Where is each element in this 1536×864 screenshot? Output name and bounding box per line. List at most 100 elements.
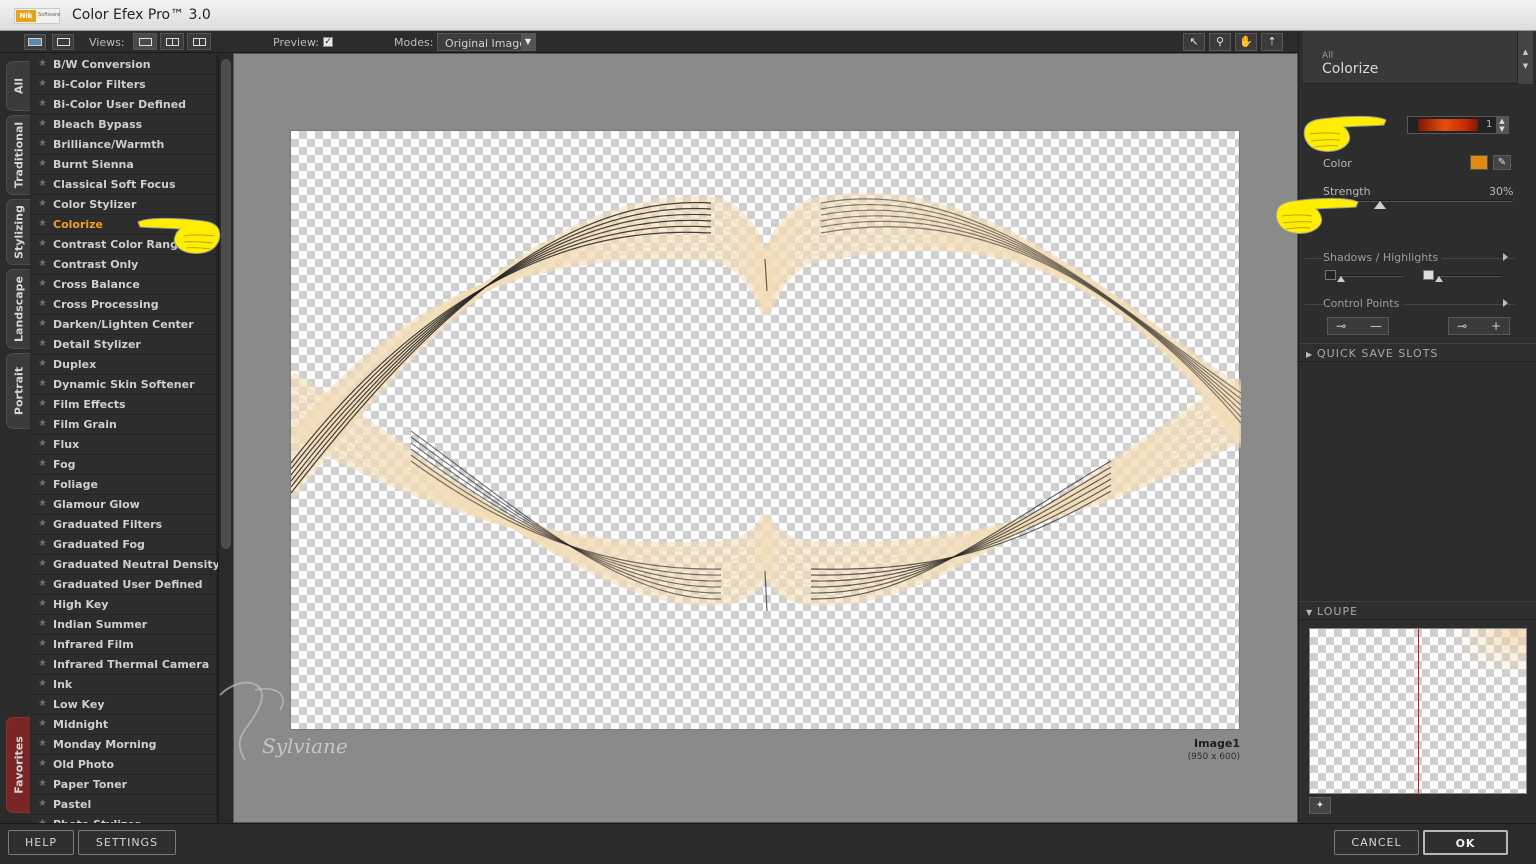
hand-tool-button[interactable]: ✋ — [1235, 33, 1257, 51]
shadows-slider-track[interactable] — [1339, 275, 1403, 277]
favorite-star-icon[interactable]: ★ — [38, 58, 47, 69]
filter-item[interactable]: ★ Contrast Only — [32, 255, 216, 274]
filter-item[interactable]: ★ Darken/Lighten Center — [32, 315, 216, 334]
favorite-star-icon[interactable]: ★ — [38, 238, 47, 249]
expand-arrow-icon[interactable] — [1503, 299, 1508, 307]
filter-nav-arrows[interactable]: ▲ ▼ — [1517, 31, 1533, 84]
tab-all[interactable]: All — [6, 61, 30, 111]
filter-item[interactable]: ★ Graduated Filters — [32, 515, 216, 534]
filter-browser-icon-view-button[interactable] — [24, 34, 46, 50]
favorite-star-icon[interactable]: ★ — [38, 678, 47, 689]
help-button[interactable]: HELP — [8, 830, 74, 855]
filter-item[interactable]: ★ Graduated Fog — [32, 535, 216, 554]
favorite-star-icon[interactable]: ★ — [38, 118, 47, 129]
ok-button[interactable]: OK — [1423, 830, 1508, 855]
pointer-tool-button[interactable]: ↖ — [1183, 33, 1205, 51]
favorite-star-icon[interactable]: ★ — [38, 638, 47, 649]
favorite-star-icon[interactable]: ★ — [38, 718, 47, 729]
filter-item[interactable]: ★ Cross Processing — [32, 295, 216, 314]
filter-item[interactable]: ★Photo Stylizer — [32, 815, 216, 823]
filter-item[interactable]: ★ Fog — [32, 455, 216, 474]
filter-item[interactable]: ★ Graduated User Defined — [32, 575, 216, 594]
expand-arrow-icon[interactable] — [1503, 253, 1508, 261]
favorite-star-icon[interactable]: ★ — [38, 98, 47, 109]
favorite-star-icon[interactable]: ★ — [38, 418, 47, 429]
filter-item[interactable]: ★ Infrared Thermal Camera — [32, 655, 216, 674]
filter-item[interactable]: ★ Foliage — [32, 475, 216, 494]
tab-stylizing[interactable]: Stylizing — [6, 199, 30, 265]
favorite-star-icon[interactable]: ★ — [38, 518, 47, 529]
filter-item[interactable]: ★ Infrared Film — [32, 635, 216, 654]
modes-dropdown[interactable]: Original Image ▼ — [437, 33, 536, 51]
favorite-star-icon[interactable]: ★ — [38, 658, 47, 669]
cancel-button[interactable]: CANCEL — [1334, 830, 1419, 855]
remove-control-point-button[interactable]: ⊸ — — [1327, 317, 1389, 335]
favorite-star-icon[interactable]: ★ — [38, 178, 47, 189]
favorite-star-icon[interactable]: ★ — [38, 358, 47, 369]
favorite-star-icon[interactable]: ★ — [38, 758, 47, 769]
favorite-star-icon[interactable]: ★ — [38, 158, 47, 169]
favorite-star-icon[interactable]: ★ — [38, 538, 47, 549]
tab-portrait[interactable]: Portrait — [6, 353, 30, 429]
filter-item[interactable]: ★ High Key — [32, 595, 216, 614]
filter-item[interactable]: ★ Dynamic Skin Softener — [32, 375, 216, 394]
favorite-star-icon[interactable]: ★ — [38, 618, 47, 629]
highlights-slider-track[interactable] — [1437, 275, 1501, 277]
loupe-tool-button[interactable]: ⇡ — [1261, 33, 1283, 51]
scrollbar-thumb[interactable] — [221, 59, 231, 549]
filter-item[interactable]: ★ Detail Stylizer — [32, 335, 216, 354]
favorite-star-icon[interactable]: ★ — [38, 318, 47, 329]
filter-item[interactable]: ★ Burnt Sienna — [32, 155, 216, 174]
favorite-star-icon[interactable]: ★ — [38, 558, 47, 569]
filter-item[interactable]: ★ Cross Balance — [32, 275, 216, 294]
filter-item[interactable]: ★ Old Photo — [32, 755, 216, 774]
favorite-star-icon[interactable]: ★ — [38, 498, 47, 509]
favorite-star-icon[interactable]: ★ — [38, 78, 47, 89]
preview-checkbox[interactable]: ✓ — [323, 37, 333, 47]
method-selector[interactable]: 1 ▲ ▼ — [1407, 116, 1509, 134]
shadows-slider-thumb[interactable] — [1337, 276, 1345, 282]
filter-item[interactable]: ★ Classical Soft Focus — [32, 175, 216, 194]
favorite-star-icon[interactable]: ★ — [38, 378, 47, 389]
filter-item[interactable]: ★ Paper Toner — [32, 775, 216, 794]
highlights-slider-thumb[interactable] — [1435, 276, 1443, 282]
filter-item[interactable]: ★ B/W Conversion — [32, 55, 216, 74]
favorite-star-icon[interactable]: ★ — [38, 218, 47, 229]
favorite-star-icon[interactable]: ★ — [38, 398, 47, 409]
favorite-star-icon[interactable]: ★ — [38, 338, 47, 349]
filter-item[interactable]: ★ Low Key — [32, 695, 216, 714]
favorite-star-icon[interactable]: ★ — [38, 258, 47, 269]
favorite-star-icon[interactable]: ★ — [38, 698, 47, 709]
filter-item[interactable]: ★ Midnight — [32, 715, 216, 734]
filter-item[interactable]: ★ Bleach Bypass — [32, 115, 216, 134]
filter-item[interactable]: ★ Graduated Neutral Density — [32, 555, 218, 574]
favorite-star-icon[interactable]: ★ — [38, 578, 47, 589]
favorite-star-icon[interactable]: ★ — [38, 138, 47, 149]
side-by-side-view-button[interactable] — [187, 33, 211, 50]
filter-item[interactable]: ★ Film Grain — [32, 415, 216, 434]
filter-item[interactable]: ★ Ink — [32, 675, 216, 694]
favorite-star-icon[interactable]: ★ — [38, 438, 47, 449]
filter-item[interactable]: ★ Film Effects — [32, 395, 216, 414]
eyedropper-button[interactable]: ✎ — [1493, 155, 1511, 170]
zoom-tool-button[interactable]: ⚲ — [1209, 33, 1231, 51]
favorite-star-icon[interactable]: ★ — [38, 778, 47, 789]
quick-save-slots-header[interactable]: ▶ QUICK SAVE SLOTS — [1299, 343, 1536, 362]
tab-favorites[interactable]: Favorites — [6, 717, 30, 813]
split-view-button[interactable] — [160, 33, 184, 50]
filter-item[interactable]: ★ Monday Morning — [32, 735, 216, 754]
add-control-point-button[interactable]: ⊸ + — [1448, 317, 1510, 335]
filter-item[interactable]: ★ Indian Summer — [32, 615, 216, 634]
favorite-star-icon[interactable]: ★ — [38, 738, 47, 749]
single-view-button[interactable] — [133, 33, 157, 50]
filter-item[interactable]: ★ Bi-Color User Defined — [32, 95, 216, 114]
chevron-updown-icon[interactable]: ▲ ▼ — [1496, 117, 1508, 133]
filter-item[interactable]: ★ Color Stylizer — [32, 195, 216, 214]
loupe-header[interactable]: ▼ LOUPE — [1299, 601, 1536, 620]
filter-item[interactable]: ★ Flux — [32, 435, 216, 454]
filter-browser-list-view-button[interactable] — [52, 34, 74, 50]
filter-item[interactable]: ★ Bi-Color Filters — [32, 75, 216, 94]
favorite-star-icon[interactable]: ★ — [38, 298, 47, 309]
filter-item[interactable]: ★ Pastel — [32, 795, 216, 814]
favorite-star-icon[interactable]: ★ — [38, 458, 47, 469]
